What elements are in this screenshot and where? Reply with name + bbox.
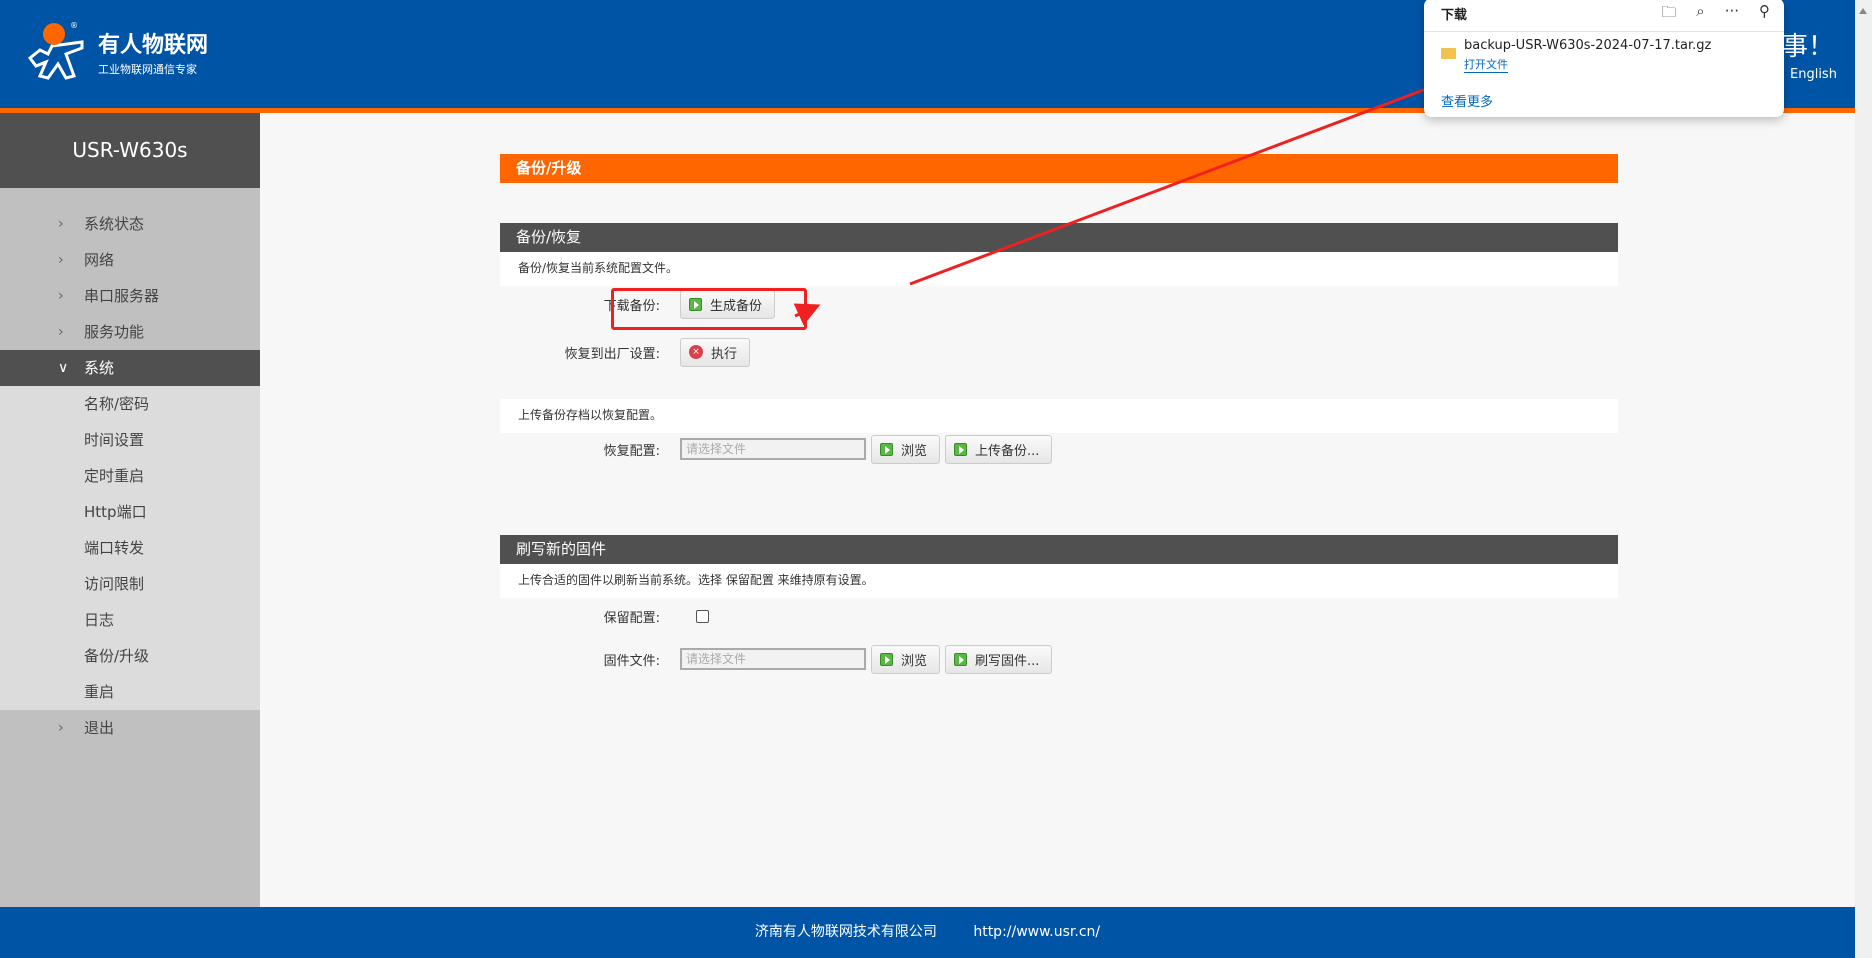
scrollbar[interactable]: [1855, 0, 1872, 958]
sidebar-item-label: 服务功能: [84, 323, 145, 341]
restore-config-row: 恢复配置: 请选择文件 浏览 上传备份...: [500, 434, 1057, 464]
chevron-right-icon: ›: [58, 288, 64, 304]
play-icon: [880, 442, 893, 456]
button-label: 浏览: [901, 443, 928, 459]
sidebar-item[interactable]: › 网络: [0, 242, 260, 278]
chevron-down-icon: ∨: [58, 360, 69, 376]
brand-name: 有人物联网: [98, 33, 209, 58]
sidebar-item-label: 网络: [84, 251, 115, 269]
sidebar-menu: › 系统状态 › 网络 › 串口服务器 › 服务功能 ∨ 系统名称/密码时间设置定时重启 Http端…: [0, 206, 260, 746]
company-name: 济南有人物联网技术有限公司: [754, 924, 937, 940]
sidebar-item-label: 定时重启: [84, 467, 145, 485]
sidebar-item[interactable]: 备份/升级: [0, 638, 260, 674]
sidebar-item-label: 备份/升级: [84, 647, 150, 665]
sidebar-item-label: 系统状态: [84, 215, 145, 233]
annotation-highlight-box: [611, 288, 807, 330]
language-link[interactable]: English: [1790, 67, 1837, 82]
sidebar-item[interactable]: 定时重启: [0, 458, 260, 494]
button-label: 执行: [711, 346, 738, 362]
keep-config-checkbox[interactable]: [696, 609, 709, 623]
download-filename[interactable]: backup-USR-W630s-2024-07-17.tar.gz: [1464, 38, 1711, 53]
sidebar-item[interactable]: 名称/密码: [0, 386, 260, 422]
play-icon: [954, 442, 968, 456]
slogan: 事！: [1782, 32, 1835, 62]
device-model: USR-W630s: [0, 113, 260, 188]
footer: 济南有人物联网技术有限公司 http://www.usr.cn/: [0, 907, 1855, 958]
sidebar-item-label: 退出: [84, 719, 115, 737]
sidebar-item[interactable]: 端口转发: [0, 530, 260, 566]
chevron-right-icon: ›: [58, 252, 64, 268]
backup-section: 备份/恢复 备份/恢复当前系统配置文件。: [500, 223, 1618, 286]
firmware-file-label: 固件文件:: [603, 653, 660, 669]
sidebar-item-label: 名称/密码: [84, 395, 150, 413]
more-icon[interactable]: ···: [1725, 2, 1739, 27]
play-icon: [880, 652, 893, 666]
sidebar-item[interactable]: › 串口服务器: [0, 278, 260, 314]
firmware-file-input[interactable]: 请选择文件: [680, 648, 866, 670]
divider: [1424, 31, 1784, 32]
upload-description: 上传备份存档以恢复配置。: [500, 399, 1618, 433]
see-more-link[interactable]: 查看更多: [1441, 91, 1493, 110]
button-label: 刷写固件...: [975, 653, 1040, 669]
firmware-section: 刷写新的固件 上传合适的固件以刷新当前系统。选择 保留配置 来维持原有设置。: [500, 535, 1618, 598]
sidebar-item-label: Http端口: [84, 503, 147, 521]
chevron-right-icon: ›: [58, 216, 64, 232]
sidebar-item-label: 访问限制: [84, 575, 145, 593]
usr-logo-icon: ®: [27, 21, 84, 80]
play-icon: [954, 652, 968, 666]
section-heading: 刷写新的固件: [500, 535, 1618, 564]
keep-config-label: 保留配置:: [603, 610, 660, 626]
sidebar-item[interactable]: 日志: [0, 602, 260, 638]
website-link[interactable]: http://www.usr.cn/: [973, 924, 1100, 940]
upload-description-box: 上传备份存档以恢复配置。: [500, 399, 1618, 433]
brand-subtitle: 工业物联网通信专家: [98, 63, 197, 76]
sidebar: USR-W630s › 系统状态 › 网络 › 串口服务器 › 服务功能 ∨ 系统名称/密码时间设…: [0, 113, 260, 907]
sidebar-item[interactable]: › 系统状态: [0, 206, 260, 242]
scroll-up-icon[interactable]: [1859, 8, 1867, 14]
page-title: 备份/升级: [500, 154, 1618, 183]
search-icon[interactable]: ⌕: [1696, 2, 1704, 27]
open-file-link[interactable]: 打开文件: [1464, 56, 1508, 73]
sidebar-item[interactable]: 重启: [0, 674, 260, 710]
factory-reset-row: 恢复到出厂设置: × 执行: [500, 337, 755, 367]
downloads-panel: 下载 🗀 ⌕ ··· ⚲ backup-USR-W630s-2024-07-17…: [1424, 0, 1784, 117]
archive-file-icon: [1441, 48, 1456, 59]
factory-reset-label: 恢复到出厂设置:: [564, 346, 660, 362]
sidebar-item[interactable]: › 服务功能: [0, 314, 260, 350]
sidebar-item[interactable]: ∨ 系统: [0, 350, 260, 386]
svg-text:®: ®: [70, 21, 78, 30]
browse-button[interactable]: 浏览: [871, 644, 941, 674]
restore-file-input[interactable]: 请选择文件: [680, 438, 866, 460]
section-description: 备份/恢复当前系统配置文件。: [500, 252, 1618, 286]
browse-button[interactable]: 浏览: [871, 434, 941, 464]
sidebar-item[interactable]: Http端口: [0, 494, 260, 530]
chevron-right-icon: ›: [58, 720, 64, 736]
section-description: 上传合适的固件以刷新当前系统。选择 保留配置 来维持原有设置。: [500, 564, 1618, 598]
sidebar-item-label: 端口转发: [84, 539, 145, 557]
upload-backup-button[interactable]: 上传备份...: [945, 434, 1053, 464]
sidebar-item[interactable]: › 退出: [0, 710, 260, 746]
sidebar-item-label: 时间设置: [84, 431, 145, 449]
pin-icon[interactable]: ⚲: [1759, 2, 1770, 27]
sidebar-item[interactable]: 访问限制: [0, 566, 260, 602]
sidebar-item-label: 串口服务器: [84, 287, 160, 305]
sidebar-item-label: 日志: [84, 611, 115, 629]
sidebar-item[interactable]: 时间设置: [0, 422, 260, 458]
downloads-title: 下载: [1441, 8, 1468, 23]
restore-config-label: 恢复配置:: [603, 443, 660, 459]
button-label: 上传备份...: [975, 443, 1040, 459]
button-label: 浏览: [901, 653, 928, 669]
close-circle-icon: ×: [689, 345, 703, 359]
sidebar-item-label: 重启: [84, 683, 115, 701]
annotation-arrow-icon: [793, 73, 1461, 326]
folder-icon[interactable]: 🗀: [1661, 2, 1676, 27]
keep-config-row: 保留配置:: [500, 601, 709, 631]
chevron-right-icon: ›: [58, 324, 64, 340]
section-heading: 备份/恢复: [500, 223, 1618, 252]
flash-firmware-button[interactable]: 刷写固件...: [945, 644, 1053, 674]
firmware-file-row: 固件文件: 请选择文件 浏览 刷写固件...: [500, 644, 1057, 674]
execute-button[interactable]: × 执行: [680, 337, 751, 367]
sidebar-item-label: 系统: [84, 359, 115, 377]
